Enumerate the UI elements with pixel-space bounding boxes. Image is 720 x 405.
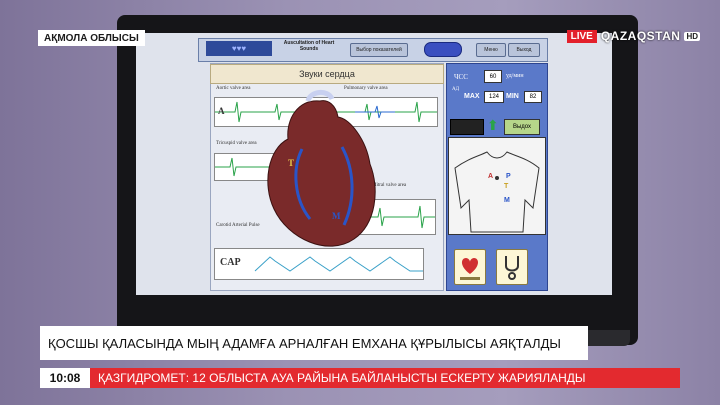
stethoscope-graphic [505, 256, 519, 280]
carotid-label: Carotid Arterial Pulse [216, 223, 260, 228]
marker-a-label: A [218, 106, 225, 116]
marker-t-label: T [288, 158, 295, 168]
hd-badge: HD [684, 31, 700, 41]
app-title: Auscultation of Heart Sounds [283, 40, 335, 52]
heart-illustration [267, 90, 376, 247]
app-menu-oval-button[interactable] [424, 42, 462, 57]
channel-name: QAZAQSTAN [600, 29, 681, 43]
region-tag: АҚМОЛА ОБЛЫСЫ [38, 30, 145, 46]
bp-min-value[interactable]: 82 [524, 91, 542, 103]
body-marker-a: A [488, 173, 494, 180]
body-diagram [448, 137, 546, 235]
laptop-screen: ♥♥♥ Auscultation of Heart Sounds Выбор п… [136, 33, 612, 295]
tricuspid-label: Tricuspid valve area [216, 141, 257, 146]
panel-title: Звуки сердца [210, 64, 444, 84]
live-badge: LIVE [566, 29, 597, 43]
channel-branding: LIVE QAZAQSTAN HD [566, 29, 700, 43]
body-marker-p: P [506, 173, 511, 180]
carotid-waveform-graphic [254, 256, 423, 272]
hr-label: ЧСС [454, 73, 468, 81]
body-marker-m: M [504, 197, 510, 204]
heart-monitor-icon[interactable] [454, 249, 486, 285]
hr-unit: уд/мин [506, 73, 524, 79]
aortic-label: Aortic valve area [216, 86, 251, 91]
carotid-waveform [214, 248, 424, 280]
up-arrow-icon: ⬆ [487, 118, 499, 134]
output-button[interactable]: Выдох [504, 119, 540, 135]
select-indicators-button[interactable]: Выбор показателей [350, 43, 408, 57]
body-outline-graphic [454, 151, 540, 233]
heart-monitor-graphic [460, 258, 480, 280]
display-black-box [450, 119, 484, 135]
news-headline: ҚОСШЫ ҚАЛАСЫНДА МЫҢ АДАМҒА АРНАЛҒАН ЕМХА… [40, 326, 588, 360]
news-ticker: 10:08 ҚАЗГИДРОМЕТ: 12 ОБЛЫСТА АУА РАЙЫНА… [40, 368, 680, 388]
clock: 10:08 [40, 368, 90, 388]
menu-button[interactable]: Меню [476, 43, 506, 57]
bp-min-label: MIN [506, 93, 519, 100]
app-logo: ♥♥♥ [206, 41, 272, 56]
marker-m-label: M [332, 211, 341, 221]
hr-value[interactable]: 60 [484, 70, 502, 83]
exit-top-button[interactable]: Выход [508, 43, 540, 57]
cap-label: CAP [220, 257, 241, 268]
body-marker-t: T [504, 183, 509, 190]
bp-label: АД [452, 87, 460, 92]
stethoscope-icon[interactable] [496, 249, 528, 285]
ticker-text: ҚАЗГИДРОМЕТ: 12 ОБЛЫСТА АУА РАЙЫНА БАЙЛА… [98, 371, 586, 385]
bp-max-label: MAX [464, 93, 480, 100]
bp-max-value[interactable]: 124 [484, 91, 504, 103]
